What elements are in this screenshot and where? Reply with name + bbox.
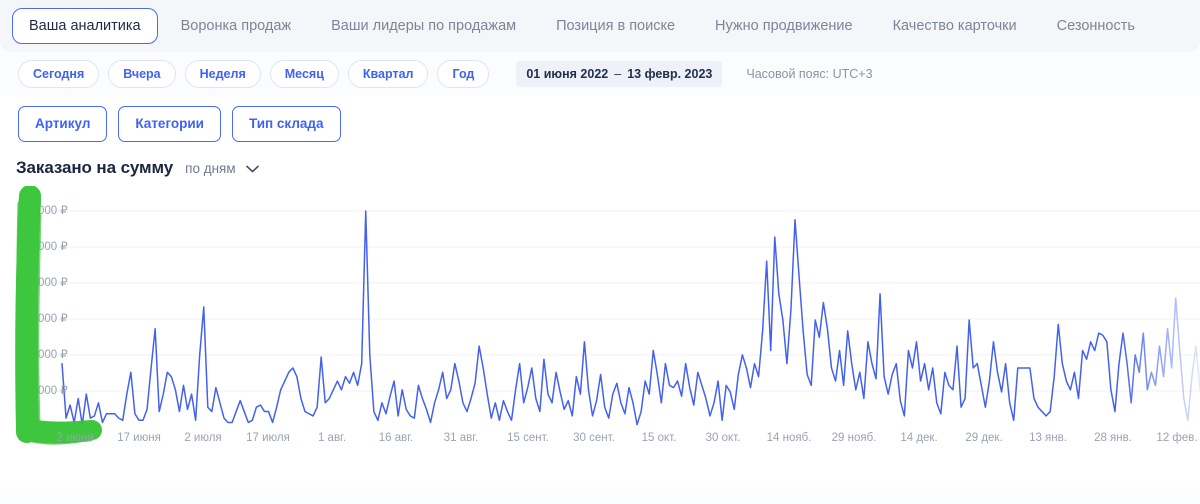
x-tick-label: 17 июля xyxy=(246,432,290,444)
x-tick-label: 15 сент. xyxy=(507,432,549,444)
date-range-start: 01 июня 2022 xyxy=(526,67,609,81)
period-filter-row: Сегодня Вчера Неделя Месяц Квартал Год 0… xyxy=(0,52,1200,96)
x-tick-label: 15 окт. xyxy=(641,432,677,444)
chart-gridlines xyxy=(40,210,1200,392)
period-pill-week[interactable]: Неделя xyxy=(184,60,261,88)
filter-button-kategorii[interactable]: Категории xyxy=(118,106,221,142)
x-tick-label: 2 июля xyxy=(184,432,222,444)
analytics-tab-bar: Ваша аналитика Воронка продаж Ваши лидер… xyxy=(0,0,1200,52)
granularity-label[interactable]: по дням xyxy=(185,161,236,176)
x-tick-label: 2 июня xyxy=(56,432,94,444)
chart-x-axis-labels: 2 июня 17 июня 2 июля 17 июля 1 авг. 16 … xyxy=(0,431,1200,451)
x-tick-label: 12 фев. xyxy=(1156,432,1198,444)
tab-poziciya-v-poiske[interactable]: Позиция в поиске xyxy=(539,8,692,44)
filter-button-tip-sklada[interactable]: Тип склада xyxy=(231,106,341,142)
timezone-label: Часовой пояс: UTC+3 xyxy=(746,67,873,81)
period-pill-month[interactable]: Месяц xyxy=(269,60,339,88)
orders-amount-chart[interactable]: 000 ₽ 000 ₽ 000 ₽ 000 ₽ 000 ₽ 000 ₽ 2 ию… xyxy=(0,186,1200,471)
tab-vasha-analitika[interactable]: Ваша аналитика xyxy=(12,8,158,44)
date-range-selector[interactable]: 01 июня 2022–13 февр. 2023 xyxy=(516,61,723,87)
x-tick-label: 1 авг. xyxy=(317,432,347,444)
period-pill-year[interactable]: Год xyxy=(437,60,490,88)
chart-plot-area xyxy=(40,210,1200,426)
date-range-end: 13 февр. 2023 xyxy=(627,67,713,81)
x-tick-label: 29 дек. xyxy=(965,432,1003,444)
chart-title: Заказано на сумму xyxy=(16,158,174,177)
tab-sezonnost[interactable]: Сезонность xyxy=(1040,8,1152,44)
x-tick-label: 17 июня xyxy=(117,432,161,444)
tab-nuzhno-prodvizhenie[interactable]: Нужно продвижение xyxy=(698,8,870,44)
period-pill-quarter[interactable]: Квартал xyxy=(347,60,429,88)
x-tick-label: 14 нояб. xyxy=(766,432,812,444)
chevron-down-icon[interactable] xyxy=(245,165,259,173)
x-tick-label: 31 авг. xyxy=(443,432,479,444)
x-tick-label: 16 авг. xyxy=(378,432,414,444)
tab-voronka-prodazh[interactable]: Воронка продаж xyxy=(164,8,309,44)
period-pill-today[interactable]: Сегодня xyxy=(18,60,100,88)
chart-header: Заказано на сумму по дням xyxy=(0,152,1200,186)
tab-vashi-lidery[interactable]: Ваши лидеры по продажам xyxy=(314,8,533,44)
dimension-filter-row: Артикул Категории Тип склада xyxy=(0,96,1200,152)
date-range-separator: – xyxy=(614,67,622,81)
x-tick-label: 30 окт. xyxy=(705,432,741,444)
x-tick-label: 30 сент. xyxy=(573,432,615,444)
x-tick-label: 13 янв. xyxy=(1029,432,1067,444)
page-bottom-strip xyxy=(0,487,1200,504)
tab-kachestvo-kartochki[interactable]: Качество карточки xyxy=(876,8,1034,44)
filter-button-artikul[interactable]: Артикул xyxy=(18,106,108,142)
x-tick-label: 28 янв. xyxy=(1094,432,1132,444)
x-tick-label: 14 дек. xyxy=(900,432,938,444)
period-pill-yesterday[interactable]: Вчера xyxy=(108,60,176,88)
x-tick-label: 29 нояб. xyxy=(831,432,877,444)
chart-line-series xyxy=(61,210,1200,426)
